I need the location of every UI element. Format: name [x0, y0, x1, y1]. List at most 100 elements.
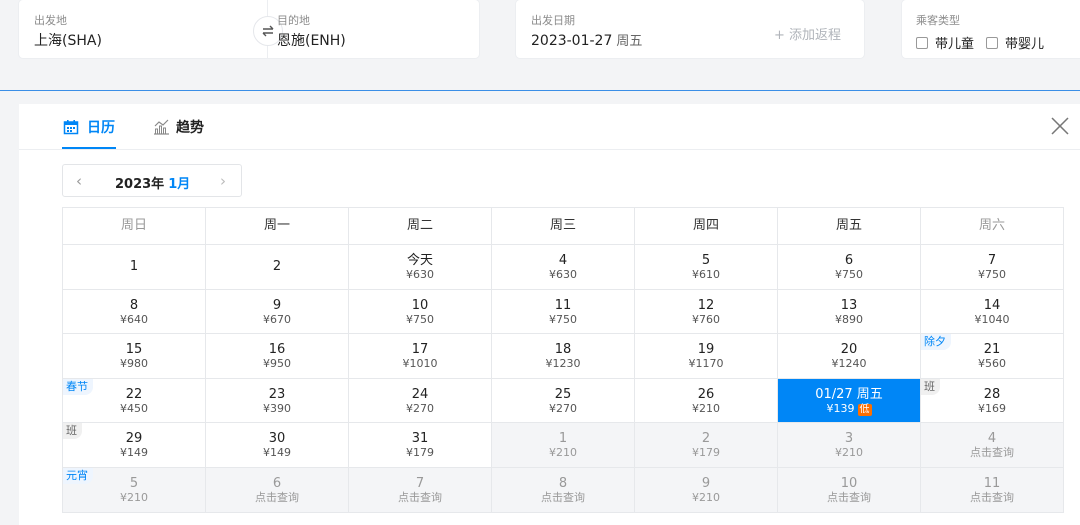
infant-checkbox[interactable]: 带婴儿	[986, 33, 1044, 52]
calendar-day[interactable]: 11 点击查询	[921, 467, 1064, 513]
price-value: ¥210	[120, 490, 148, 504]
price-value: 点击查询	[970, 490, 1014, 504]
price-value: ¥210	[835, 446, 863, 460]
calendar-day[interactable]: 30 ¥149	[206, 423, 349, 468]
calendar-day[interactable]: 12 ¥760	[635, 289, 778, 335]
calendar-day[interactable]: 24 ¥270	[349, 378, 492, 424]
calendar-day[interactable]: 11 ¥750	[492, 289, 635, 335]
tab-trend[interactable]: 趋势	[153, 117, 204, 137]
calendar-day[interactable]: 4 ¥630	[492, 245, 635, 290]
tab-calendar-label: 日历	[87, 120, 115, 136]
price-value: ¥950	[263, 357, 291, 371]
weekday-sun: 周日	[63, 208, 206, 245]
day-price: ¥980	[63, 357, 205, 371]
day-price: ¥210	[63, 491, 205, 505]
day-label: 13	[840, 297, 858, 313]
child-checkbox[interactable]: 带儿童	[916, 33, 974, 52]
calendar-day[interactable]: 23 ¥390	[206, 378, 349, 424]
calendar-day[interactable]: 14 ¥1040	[921, 289, 1064, 335]
calendar-day[interactable]: 16 ¥950	[206, 334, 349, 379]
calendar-day[interactable]: 6 点击查询	[206, 467, 349, 513]
low-price-badge: 低	[857, 403, 872, 416]
close-icon[interactable]	[1048, 114, 1072, 138]
calendar-day[interactable]: 10 点击查询	[778, 467, 921, 513]
price-value: ¥450	[120, 401, 148, 415]
day-label: 10	[840, 475, 858, 491]
calendar-day[interactable]: 8 点击查询	[492, 467, 635, 513]
day-label: 18	[554, 342, 572, 358]
calendar-day[interactable]: 元宵 5 ¥210	[63, 467, 206, 513]
calendar-day[interactable]: 9 ¥210	[635, 467, 778, 513]
calendar-day[interactable]: 13 ¥890	[778, 289, 921, 335]
day-price: ¥270	[492, 402, 634, 416]
route-box: 出发地 上海(SHA) 目的地 恩施(ENH)	[19, 0, 479, 58]
next-month-icon[interactable]: ›	[220, 172, 226, 190]
prev-month-icon[interactable]: ‹	[76, 172, 82, 190]
calendar-day[interactable]: 班 28 ¥169	[921, 378, 1064, 424]
calendar-day[interactable]: 1 ¥210	[492, 423, 635, 468]
calendar-day[interactable]: 10 ¥750	[349, 289, 492, 335]
price-value: ¥750	[549, 312, 577, 326]
day-label: 30	[268, 431, 286, 447]
to-input[interactable]: 恩施(ENH)	[277, 30, 346, 50]
day-price: ¥630	[349, 268, 491, 282]
close-x-icon	[1051, 117, 1069, 135]
calendar-week-row: 班 29 ¥149 30 ¥149 31 ¥179 1 ¥210 2 ¥179 3 ¥210 4 点击查询	[63, 423, 1064, 468]
tab-calendar[interactable]: 日历	[63, 117, 115, 137]
add-return-button[interactable]: + 添加返程	[774, 24, 841, 43]
trend-chart-icon	[154, 119, 169, 135]
day-label: 23	[268, 386, 286, 402]
day-label: 2	[701, 431, 711, 447]
calendar-day[interactable]: 26 ¥210	[635, 378, 778, 424]
day-label: 11	[554, 297, 572, 313]
calendar-day[interactable]: 18 ¥1230	[492, 334, 635, 379]
day-label: 19	[697, 342, 715, 358]
tab-trend-label: 趋势	[176, 120, 204, 136]
calendar-day[interactable]: 春节 22 ¥450	[63, 378, 206, 424]
day-label: 2	[272, 259, 282, 274]
calendar-day[interactable]: 3 ¥210	[778, 423, 921, 468]
day-label: 1	[558, 431, 568, 447]
day-label: 15	[125, 342, 143, 358]
active-tab-indicator	[62, 147, 116, 149]
calendar-day[interactable]: 7 ¥750	[921, 245, 1064, 290]
from-label: 出发地	[34, 14, 67, 27]
calendar-day[interactable]: 6 ¥750	[778, 245, 921, 290]
price-value: ¥980	[120, 357, 148, 371]
from-input[interactable]: 上海(SHA)	[34, 30, 102, 50]
calendar-day[interactable]: 班 29 ¥149	[63, 423, 206, 468]
weekday-wed: 周三	[492, 208, 635, 245]
month-label: 1月	[168, 177, 191, 192]
price-value: ¥640	[120, 312, 148, 326]
calendar-day[interactable]: 17 ¥1010	[349, 334, 492, 379]
calendar-day[interactable]: 9 ¥670	[206, 289, 349, 335]
calendar-day[interactable]: 31 ¥179	[349, 423, 492, 468]
day-price: ¥149	[206, 446, 348, 460]
calendar-day[interactable]: 25 ¥270	[492, 378, 635, 424]
price-value: ¥750	[406, 312, 434, 326]
calendar-day[interactable]: 15 ¥980	[63, 334, 206, 379]
price-value: ¥149	[263, 446, 291, 460]
calendar-day[interactable]: 19 ¥1170	[635, 334, 778, 379]
calendar-day-selected[interactable]: 01/27 周五 ¥139 低	[778, 378, 921, 424]
price-value: ¥630	[406, 268, 434, 281]
calendar-day[interactable]: 8 ¥640	[63, 289, 206, 335]
calendar-day[interactable]: 4 点击查询	[921, 423, 1064, 468]
price-value: ¥670	[263, 312, 291, 326]
calendar-day[interactable]: 5 ¥610	[635, 245, 778, 290]
day-label: 今天	[406, 253, 433, 268]
day-label: 14	[983, 297, 1001, 313]
calendar-day[interactable]: 2	[206, 245, 349, 290]
calendar-day[interactable]: 除夕 21 ¥560	[921, 334, 1064, 379]
date-input[interactable]: 2023-01-27 周五	[531, 30, 642, 49]
day-price: ¥450	[63, 402, 205, 416]
calendar-day[interactable]: 7 点击查询	[349, 467, 492, 513]
calendar-day[interactable]: 20 ¥1240	[778, 334, 921, 379]
day-price: ¥750	[349, 313, 491, 327]
calendar-day[interactable]: 今天 ¥630	[349, 245, 492, 290]
calendar-day[interactable]: 1	[63, 245, 206, 290]
day-label: 01/27 周五	[815, 386, 883, 402]
holiday-tag: 元宵	[63, 467, 93, 484]
calendar-day[interactable]: 2 ¥179	[635, 423, 778, 468]
day-label: 7	[415, 475, 425, 491]
